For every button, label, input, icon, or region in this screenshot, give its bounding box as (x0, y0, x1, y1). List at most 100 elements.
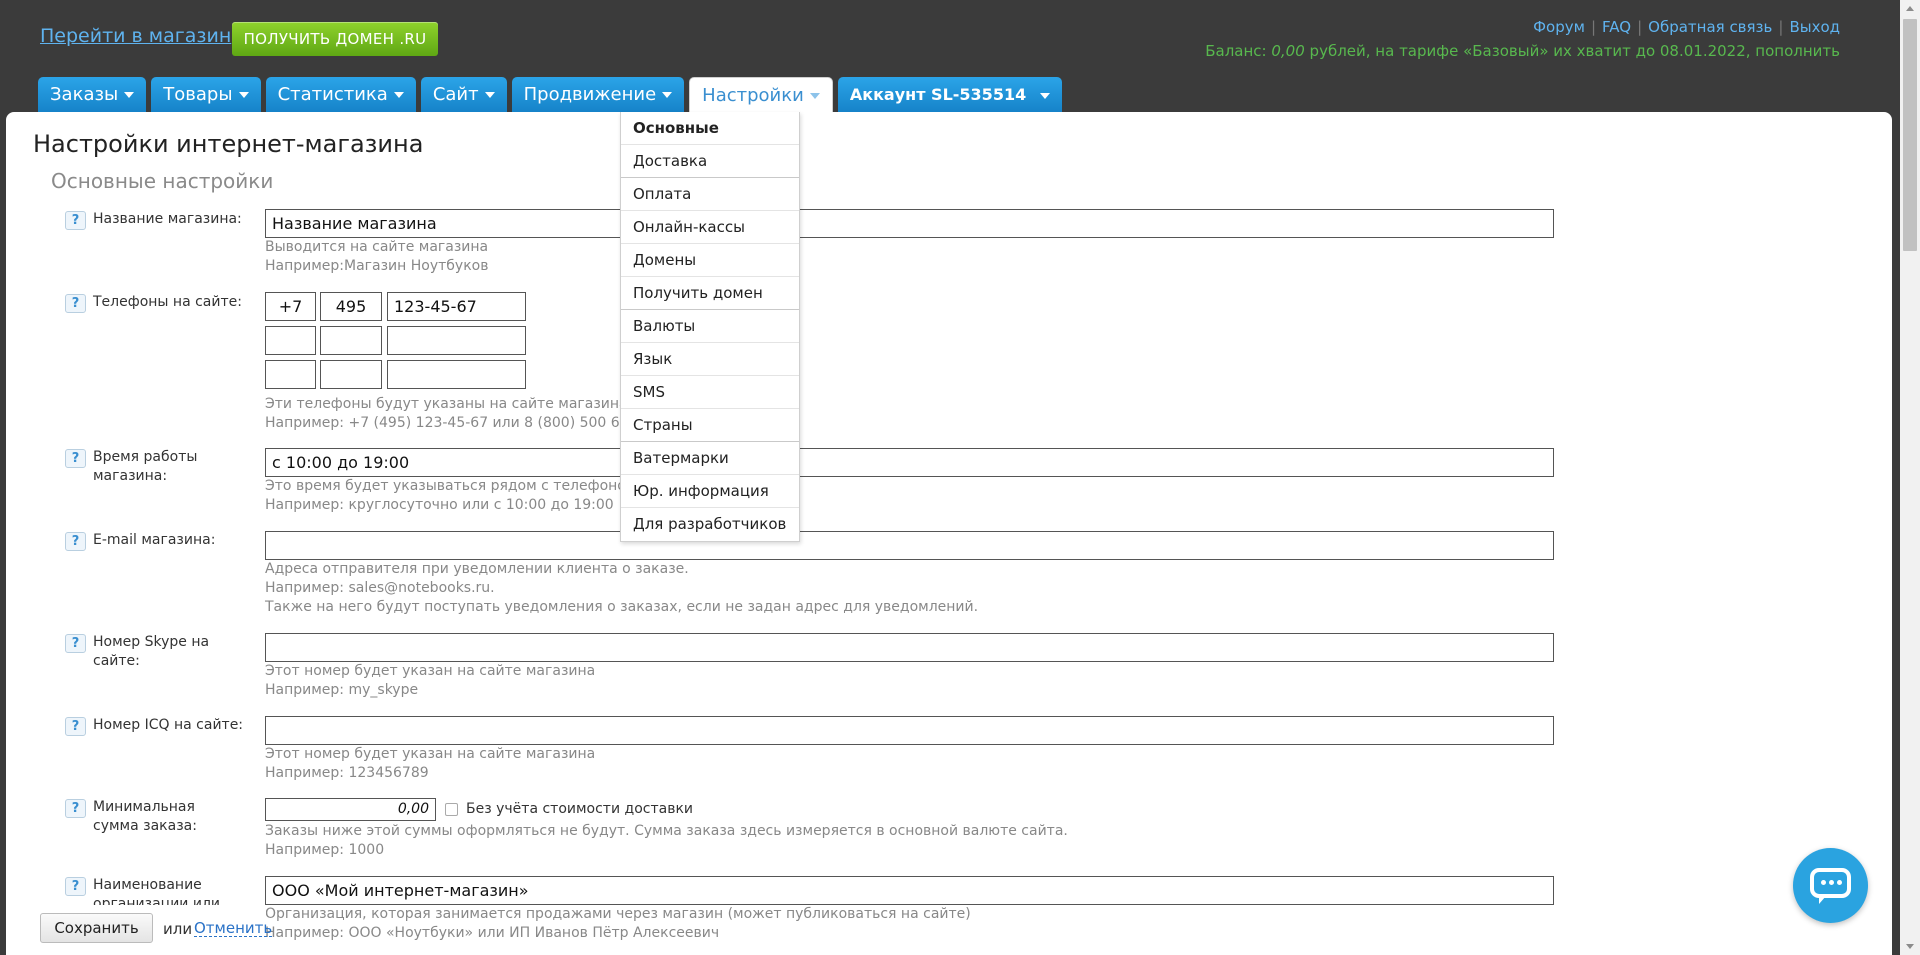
phone-number-input[interactable]: 123-45-67 (387, 292, 526, 321)
save-button[interactable]: Сохранить (40, 913, 153, 943)
caret-down-icon (484, 92, 495, 98)
menu-item-get-domain[interactable]: Получить домен (621, 277, 799, 310)
menu-item-legal-info[interactable]: Юр. информация (621, 475, 799, 508)
balance-info[interactable]: Баланс: 0,00 рублей, на тарифе «Базовый»… (1205, 42, 1840, 60)
icq-input[interactable] (265, 716, 1554, 745)
phone-number-input[interactable] (387, 326, 526, 355)
phone-area-code-input[interactable] (320, 360, 382, 389)
tab-site[interactable]: Сайт (420, 77, 507, 112)
hours-input[interactable]: с 10:00 до 19:00 (265, 448, 1554, 477)
go-to-store-link[interactable]: Перейти в магазин (40, 25, 231, 47)
tab-label: Сайт (432, 84, 479, 105)
balance-prefix: Баланс: (1205, 42, 1272, 60)
vertical-scrollbar[interactable] (1900, 0, 1920, 955)
scroll-down-arrow-icon[interactable] (1900, 938, 1920, 955)
hours-label: Время работы магазина: (93, 449, 198, 484)
icq-hint: Этот номер будет указан на сайте магазин… (265, 746, 596, 762)
skype-input[interactable] (265, 633, 1554, 662)
min-sum-example: Например: 1000 (265, 842, 385, 858)
store-name-input[interactable]: Название магазина (265, 209, 1554, 238)
menu-item-payment[interactable]: Оплата (621, 178, 799, 211)
org-input[interactable]: ООО «Мой интернет-магазин» (265, 876, 1554, 905)
menu-item-countries[interactable]: Страны (621, 409, 799, 442)
phone-country-code-input[interactable] (265, 360, 316, 389)
tab-account[interactable]: Аккаунт SL-535514 (837, 77, 1063, 112)
help-icon[interactable]: ? (65, 211, 86, 230)
get-domain-button[interactable]: ПОЛУЧИТЬ ДОМЕН .RU (232, 22, 438, 56)
menu-item-language[interactable]: Язык (621, 343, 799, 376)
menu-item-domains[interactable]: Домены (621, 244, 799, 277)
skype-label: Номер Skype на сайте: (93, 634, 210, 669)
min-sum-input[interactable]: 0,00 (265, 798, 436, 821)
tab-products[interactable]: Товары (151, 77, 261, 112)
main-nav: Заказы Товары Статистика Сайт Продвижени… (38, 77, 1067, 113)
or-text: или (163, 920, 193, 938)
email-label: E-mail магазина: (93, 532, 216, 548)
skype-hint: Этот номер будет указан на сайте магазин… (265, 663, 596, 679)
email-example: Например: sales@notebooks.ru. (265, 580, 495, 596)
menu-item-currencies[interactable]: Валюты (621, 310, 799, 343)
chat-dot (1829, 880, 1834, 885)
top-header: Перейти в магазин ПОЛУЧИТЬ ДОМЕН .RU Фор… (0, 0, 1900, 113)
help-icon[interactable]: ? (65, 717, 86, 736)
tab-orders[interactable]: Заказы (38, 77, 147, 112)
help-icon[interactable]: ? (65, 449, 86, 468)
menu-item-online-cash[interactable]: Онлайн-кассы (621, 211, 799, 244)
separator: | (1637, 18, 1643, 36)
top-links: Форум | FAQ | Обратная связь | Выход (1533, 18, 1840, 36)
tab-statistics[interactable]: Статистика (265, 77, 416, 112)
menu-item-sms[interactable]: SMS (621, 376, 799, 409)
scroll-up-arrow-icon[interactable] (1900, 0, 1920, 17)
balance-value: 0,00 (1271, 42, 1305, 60)
chat-button[interactable] (1793, 848, 1868, 923)
caret-down-icon (1040, 92, 1051, 99)
scroll-thumb[interactable] (1903, 19, 1917, 251)
exclude-delivery-checkbox[interactable] (445, 803, 458, 816)
tab-label: Товары (163, 84, 233, 105)
caret-down-icon (662, 92, 673, 98)
help-icon[interactable]: ? (65, 532, 86, 551)
forum-link[interactable]: Форум (1533, 18, 1585, 36)
feedback-link[interactable]: Обратная связь (1648, 18, 1772, 36)
menu-item-delivery[interactable]: Доставка (621, 145, 799, 178)
menu-item-developers[interactable]: Для разработчиков (621, 508, 799, 541)
tab-label: Продвижение (523, 84, 657, 105)
tab-promotion[interactable]: Продвижение (511, 77, 685, 112)
chat-bubble-icon (1810, 868, 1851, 904)
logout-link[interactable]: Выход (1789, 18, 1840, 36)
balance-suffix: рублей, на тарифе «Базовый» их хватит до… (1304, 42, 1840, 60)
phones-example: Например: +7 (495) 123-45-67 или 8 (800)… (265, 415, 620, 431)
menu-item-watermarks[interactable]: Ватермарки (621, 442, 799, 475)
tab-label: Настройки (702, 85, 804, 106)
phone-country-code-input[interactable] (265, 326, 316, 355)
phone-area-code-input[interactable]: 495 (320, 292, 382, 321)
tab-label: Аккаунт SL-535514 (849, 85, 1027, 104)
help-icon[interactable]: ? (65, 877, 86, 896)
icq-example: Например: 123456789 (265, 765, 429, 781)
hours-example: Например: круглосуточно или с 10:00 до 1… (265, 497, 614, 513)
help-icon[interactable]: ? (65, 634, 86, 653)
caret-down-icon (238, 92, 249, 98)
chat-dot (1821, 880, 1826, 885)
phones-hint: Эти телефоны будут указаны на сайте мага… (265, 396, 628, 412)
email-input[interactable] (265, 531, 1554, 560)
tab-label: Заказы (50, 84, 119, 105)
org-example: Например: ООО «Ноутбуки» или ИП Иванов П… (265, 925, 720, 941)
help-icon[interactable]: ? (65, 799, 86, 818)
email-hint: Адреса отправителя при уведомлении клиен… (265, 561, 689, 577)
help-icon[interactable]: ? (65, 294, 86, 313)
cancel-link[interactable]: Отменить (194, 920, 273, 937)
phone-area-code-input[interactable] (320, 326, 382, 355)
faq-link[interactable]: FAQ (1602, 18, 1631, 36)
store-name-label: Название магазина: (93, 211, 242, 227)
caret-down-icon (124, 92, 135, 98)
exclude-delivery-label[interactable]: Без учёта стоимости доставки (466, 801, 693, 817)
phone-number-input[interactable] (387, 360, 526, 389)
tab-settings[interactable]: Настройки (689, 77, 833, 113)
menu-item-general[interactable]: Основные (621, 112, 799, 145)
chat-dot (1837, 880, 1842, 885)
phone-country-code-input[interactable]: +7 (265, 292, 316, 321)
icq-label: Номер ICQ на сайте: (93, 717, 244, 733)
min-sum-label: Минимальная сумма заказа: (93, 799, 197, 834)
tab-label: Статистика (277, 84, 388, 105)
